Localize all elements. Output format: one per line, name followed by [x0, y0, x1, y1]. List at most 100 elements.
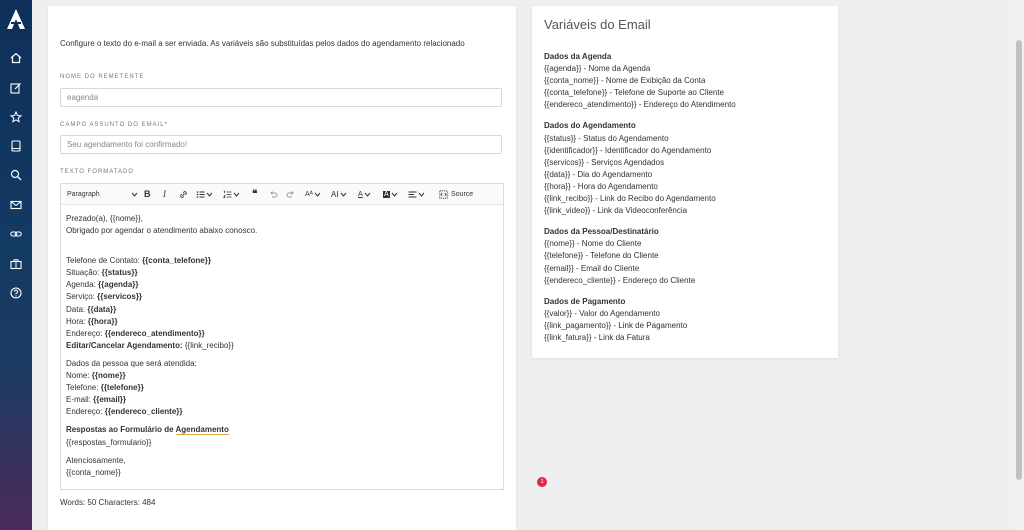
italic-button[interactable]: I	[163, 189, 166, 199]
variable-section-heading: Dados da Agenda	[544, 52, 612, 61]
undo-button[interactable]	[269, 189, 278, 199]
editor-text: {{hora}}	[87, 316, 118, 326]
editor-spacer	[66, 237, 257, 255]
font-color-button[interactable]: A	[358, 189, 372, 199]
undo-icon	[270, 190, 278, 197]
editor-content[interactable]: Prezado(a), {{nome}}, Obrigado por agenda…	[66, 213, 257, 479]
editor-line: Endereço: {{endereco_atendimento}}	[66, 328, 257, 340]
link-button[interactable]	[179, 189, 188, 199]
nav-search[interactable]	[0, 163, 32, 187]
editor-text: {{endereco_atendimento}}	[104, 328, 205, 338]
editor-text: Editar/Cancelar Agendamento:	[66, 340, 185, 350]
notification-badge[interactable]: 1	[537, 477, 547, 487]
variable-section: Dados da Agenda {{agenda}} - Nome da Agen…	[544, 51, 736, 111]
variable-item: {{valor}} - Valor do Agendamento	[544, 308, 660, 318]
editor-text: Telefone:	[66, 383, 101, 393]
editor-line: {{conta_nome}}	[66, 467, 257, 479]
background-color-icon: A	[383, 190, 390, 198]
nav-help[interactable]	[0, 281, 32, 305]
editor-line: Respostas ao Formulário de Agendamento	[66, 424, 257, 436]
variable-item: {{servicos}} - Serviços Agendados	[544, 157, 665, 167]
variable-section: Dados da Pessoa/Destinatário {{nome}} - N…	[544, 226, 736, 286]
chevron-down-icon	[314, 192, 321, 197]
bold-icon: B	[144, 189, 151, 199]
nav-favorites[interactable]	[0, 105, 32, 129]
variable-item: {{conta_nome}} - Nome de Exibição da Con…	[544, 76, 706, 86]
page-scrollbar[interactable]	[1014, 0, 1024, 530]
chevron-down-icon	[131, 192, 138, 197]
editor-text: {{link_recibo}}	[184, 340, 234, 350]
variable-item: {{link_pagamento}} - Link de Pagamento	[544, 320, 688, 330]
sidebar	[0, 0, 32, 530]
editor-line: {{respostas_formulario}}	[66, 437, 257, 449]
variable-item: {{link_fatura}} - Link da Fatura	[544, 332, 650, 342]
editor-text: {{respostas_formulario}}	[66, 437, 152, 447]
chevron-down-icon	[364, 192, 371, 197]
editor-line: Agenda: {{agenda}}	[66, 279, 257, 291]
numbered-list-button[interactable]	[223, 189, 241, 199]
chevron-down-icon	[418, 192, 425, 197]
editor-text: {{conta_telefone}}	[142, 256, 211, 266]
editor-line: Obrigado por agendar o atendimento abaix…	[66, 225, 257, 237]
editor-text: Atenciosamente,	[66, 455, 126, 465]
blockquote-button[interactable]: ❝	[252, 189, 257, 200]
paragraph-select[interactable]: Paragraph	[67, 189, 139, 199]
variable-section-heading: Dados de Pagamento	[544, 296, 626, 306]
scrollbar-thumb[interactable]	[1016, 40, 1022, 480]
font-family-button[interactable]: AI	[331, 189, 348, 199]
background-color-button[interactable]: A	[383, 189, 399, 199]
editor-line: Dados da pessoa que será atendida:	[66, 358, 257, 370]
bulleted-list-button[interactable]	[196, 189, 214, 199]
chevron-down-icon	[391, 192, 398, 197]
subject-label: CAMPO ASSUNTO DO EMAIL*	[60, 122, 168, 128]
editor-text: {{status}}	[101, 268, 138, 278]
word-character-count: Words: 50 Characters: 484	[60, 498, 156, 507]
editor-text: {{data}}	[87, 304, 117, 314]
star-icon	[10, 111, 22, 123]
variable-item: {{telefone}} - Telefone do Cliente	[544, 251, 659, 261]
search-icon	[10, 169, 22, 181]
sender-label: NOME DO REMETENTE	[60, 74, 145, 80]
variables-title: Variáveis do Email	[544, 17, 651, 32]
editor-text: {{conta_nome}}	[66, 467, 121, 477]
editor-line: Atenciosamente,	[66, 455, 257, 467]
nav-link[interactable]	[0, 222, 32, 246]
redo-button[interactable]	[286, 189, 295, 199]
editor-line: Telefone de Contato: {{conta_telefone}}	[66, 255, 257, 267]
redo-icon	[286, 190, 294, 197]
rich-text-editor: Paragraph B I ❝ Aᴬ AI A A Source Prezado…	[60, 183, 547, 490]
bold-button[interactable]: B	[144, 189, 151, 199]
alignment-button[interactable]	[408, 189, 426, 199]
nav-briefcase[interactable]	[0, 252, 32, 276]
variable-item: {{nome}} - Nome do Cliente	[544, 239, 642, 249]
sender-input[interactable]	[60, 88, 502, 107]
logo-icon[interactable]	[6, 8, 26, 30]
editor-line: Editar/Cancelar Agendamento: {{link_reci…	[66, 340, 257, 352]
editor-line: Data: {{data}}	[66, 304, 257, 316]
variable-section: Dados do Agendamento {{status}} - Status …	[544, 120, 736, 217]
editor-text: Respostas ao Formulário de	[66, 425, 176, 435]
font-family-icon: AI	[331, 189, 339, 199]
home-icon	[10, 52, 22, 64]
variable-section-heading: Dados da Pessoa/Destinatário	[544, 227, 659, 237]
nav-edit[interactable]	[0, 76, 32, 100]
nav-mail[interactable]	[0, 193, 32, 217]
variable-item: {{hora}} - Hora do Agendamento	[544, 181, 658, 191]
variable-item: {{conta_telefone}} - Telefone de Suporte…	[544, 88, 724, 98]
chevron-down-icon	[233, 192, 240, 197]
editor-line: Situação: {{status}}	[66, 267, 257, 279]
editor-text: Telefone de Contato:	[66, 256, 143, 266]
font-size-button[interactable]: Aᴬ	[305, 189, 322, 199]
mail-icon	[10, 200, 22, 210]
editor-text: Hora:	[66, 316, 88, 326]
source-button[interactable]: Source	[439, 189, 473, 199]
subject-input[interactable]	[60, 135, 502, 154]
editor-text: {{nome}}	[91, 371, 126, 381]
variable-section-heading: Dados do Agendamento	[544, 121, 636, 131]
variable-item: {{endereco_atendimento}} - Endereço do A…	[544, 100, 736, 110]
nav-home[interactable]	[0, 46, 32, 70]
nav-book[interactable]	[0, 134, 32, 158]
editor-text: {{servicos}}	[97, 292, 143, 302]
editor-line: Nome: {{nome}}	[66, 370, 257, 382]
body-label: TEXTO FORMATADO	[60, 169, 135, 175]
